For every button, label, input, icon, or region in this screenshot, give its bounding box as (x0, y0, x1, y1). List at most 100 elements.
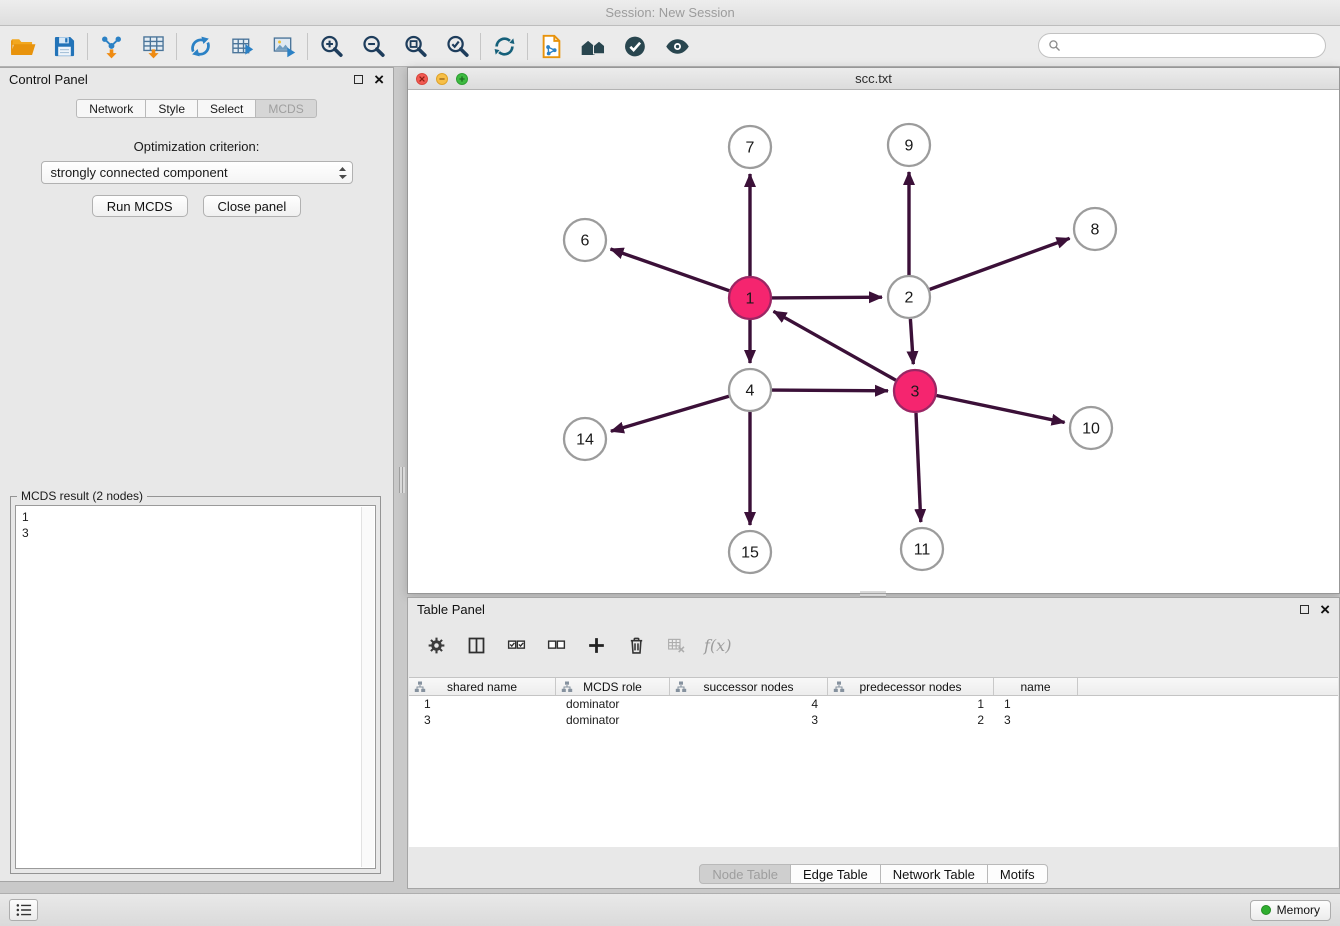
mcds-result-groupbox: MCDS result (2 nodes) 1 3 (10, 496, 381, 874)
graph-edge-1-6[interactable] (611, 249, 730, 291)
refresh-view-button[interactable] (487, 30, 521, 62)
export-table-button[interactable] (225, 30, 259, 62)
task-history-button[interactable] (9, 899, 38, 921)
cell-successor-nodes[interactable]: 3 (670, 713, 828, 727)
show-graphics-button[interactable] (660, 30, 694, 62)
search-input[interactable] (1067, 38, 1316, 53)
graph-node-label: 3 (911, 384, 920, 401)
export-image-button[interactable] (267, 30, 301, 62)
save-session-button[interactable] (47, 30, 81, 62)
cell-name[interactable]: 3 (994, 713, 1078, 727)
import-table-button[interactable] (136, 30, 170, 62)
vertical-splitter-grip[interactable] (399, 467, 405, 493)
run-mcds-button[interactable]: Run MCDS (92, 195, 188, 217)
cell-predecessor-nodes[interactable]: 1 (828, 697, 994, 711)
zoom-in-button[interactable] (314, 30, 348, 62)
toolbar-separator (480, 33, 481, 60)
column-header-mcds-role[interactable]: MCDS role (556, 678, 670, 695)
zoom-selected-button[interactable] (440, 30, 474, 62)
graph-node-label: 4 (746, 383, 755, 400)
graph-edge-3-10[interactable] (937, 396, 1065, 423)
export-image-icon (271, 33, 298, 60)
memory-button[interactable]: Memory (1250, 900, 1331, 921)
tab-node-table[interactable]: Node Table (699, 864, 791, 884)
float-panel-icon[interactable] (354, 75, 363, 84)
criterion-dropdown[interactable]: strongly connected component (41, 161, 353, 184)
mcds-result-line: 3 (22, 525, 369, 541)
column-label: predecessor nodes (859, 680, 961, 694)
cell-mcds-role[interactable]: dominator (556, 697, 670, 711)
close-panel-icon[interactable]: × (1320, 601, 1330, 618)
search-icon (1048, 39, 1061, 52)
function-builder-icon[interactable]: f(x) (704, 636, 731, 655)
delete-column-button[interactable] (624, 633, 648, 657)
mcds-result-textarea[interactable]: 1 3 (15, 505, 376, 869)
style-check-button[interactable] (618, 30, 652, 62)
app-titlebar[interactable]: Session: New Session (0, 0, 1340, 26)
cell-mcds-role[interactable]: dominator (556, 713, 670, 727)
graph-edge-4-3[interactable] (772, 390, 888, 391)
cell-shared-name[interactable]: 1 (409, 697, 556, 711)
column-type-icon (833, 681, 845, 693)
table-row[interactable]: 1 dominator 4 1 1 (409, 696, 1338, 712)
show-columns-button[interactable] (464, 633, 488, 657)
cell-successor-nodes[interactable]: 4 (670, 697, 828, 711)
tab-mcds[interactable]: MCDS (255, 99, 316, 118)
graph-edge-3-1[interactable] (774, 311, 896, 380)
zoom-out-button[interactable] (356, 30, 390, 62)
search-field[interactable] (1038, 33, 1326, 58)
result-scrollbar[interactable] (361, 507, 374, 867)
graph-edge-2-8[interactable] (930, 238, 1070, 289)
columns-icon (466, 635, 487, 656)
cell-predecessor-nodes[interactable]: 2 (828, 713, 994, 727)
window-close-button[interactable] (416, 73, 428, 85)
table-row[interactable]: 3 dominator 3 2 3 (409, 712, 1338, 728)
home-button[interactable] (576, 30, 610, 62)
column-header-successor-nodes[interactable]: successor nodes (670, 678, 828, 695)
tab-select[interactable]: Select (197, 99, 256, 118)
add-column-button[interactable] (584, 633, 608, 657)
window-zoom-button[interactable] (456, 73, 468, 85)
close-panel-icon[interactable]: × (374, 71, 384, 88)
tab-motifs[interactable]: Motifs (987, 864, 1048, 884)
node-table: shared name MCDS role successor nodes pr… (409, 677, 1338, 847)
close-panel-button[interactable]: Close panel (203, 195, 302, 217)
tab-network[interactable]: Network (76, 99, 146, 118)
memory-status-icon (1261, 905, 1271, 915)
table-settings-button[interactable] (424, 633, 448, 657)
graph-edge-4-14[interactable] (611, 396, 729, 431)
plus-icon (586, 635, 607, 656)
delete-table-button[interactable] (664, 633, 688, 657)
export-network-icon (187, 33, 214, 60)
cell-name[interactable]: 1 (994, 697, 1078, 711)
home-icon (580, 33, 607, 60)
tab-style[interactable]: Style (145, 99, 198, 118)
cell-shared-name[interactable]: 3 (409, 713, 556, 727)
graph-edge-1-2[interactable] (772, 297, 882, 298)
export-network-button[interactable] (183, 30, 217, 62)
memory-label: Memory (1277, 903, 1320, 917)
table-panel-title: Table Panel (417, 602, 485, 617)
float-panel-icon[interactable] (1300, 605, 1309, 614)
zoom-fit-button[interactable] (398, 30, 432, 62)
window-minimize-button[interactable] (436, 73, 448, 85)
mcds-result-line: 1 (22, 509, 369, 525)
deselect-all-columns-button[interactable] (544, 633, 568, 657)
tab-edge-table[interactable]: Edge Table (790, 864, 881, 884)
network-window-titlebar[interactable]: scc.txt (408, 68, 1339, 90)
select-all-columns-button[interactable] (504, 633, 528, 657)
tab-network-table[interactable]: Network Table (880, 864, 988, 884)
graph-edge-2-3[interactable] (910, 319, 913, 364)
column-type-icon (675, 681, 687, 693)
import-network-button[interactable] (94, 30, 128, 62)
network-graph[interactable]: 7968124314101511 (408, 90, 1339, 593)
network-canvas[interactable]: 7968124314101511 (408, 90, 1339, 593)
column-header-name[interactable]: name (994, 678, 1078, 695)
column-header-predecessor-nodes[interactable]: predecessor nodes (828, 678, 994, 695)
open-session-button[interactable] (5, 30, 39, 62)
criterion-dropdown-value: strongly connected component (51, 165, 338, 180)
graph-edge-3-11[interactable] (916, 413, 921, 522)
graph-node-label: 10 (1082, 421, 1100, 438)
network-document-button[interactable] (534, 30, 568, 62)
column-header-shared-name[interactable]: shared name (409, 678, 556, 695)
